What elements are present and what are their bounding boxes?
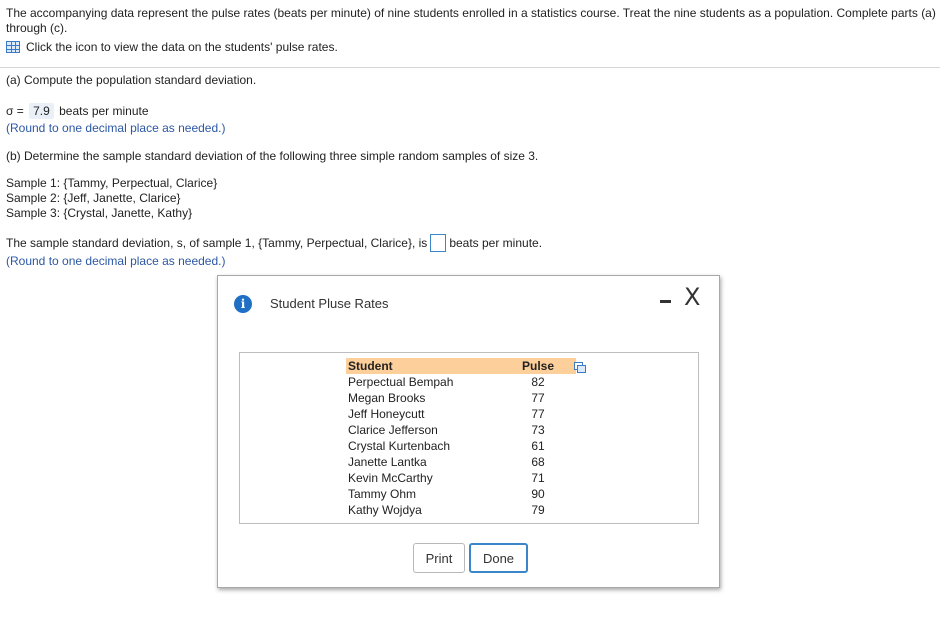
table-row: Clarice Jefferson 73 [346,422,576,438]
minimize-icon[interactable] [660,300,671,303]
pulse-value: 61 [531,439,545,453]
answer-input[interactable] [430,234,447,252]
pulse-value: 77 [531,391,545,405]
info-icon: i [234,295,252,313]
divider [0,67,940,68]
question-intro: The accompanying data represent the puls… [6,6,936,35]
student-name: Tammy Ohm [348,487,417,501]
question-prefix: The sample standard deviation, s, of sam… [6,236,428,250]
table-header-row: Student Pulse [346,358,576,374]
table-row: Kevin McCarthy 71 [346,470,576,486]
pulse-value: 71 [531,471,545,485]
sample-2: Sample 2: {Jeff, Janette, Clarice} [6,191,181,205]
student-name: Kathy Wojdya [348,503,422,517]
header-student: Student [346,358,498,374]
pulse-value: 82 [531,375,545,389]
data-link-text: Click the icon to view the data on the s… [26,40,338,54]
table-row: Jeff Honeycutt 77 [346,406,576,422]
pulse-value: 68 [531,455,545,469]
student-name: Kevin McCarthy [348,471,433,485]
sample-3: Sample 3: {Crystal, Janette, Kathy} [6,206,193,220]
student-name: Crystal Kurtenbach [348,439,451,453]
part-a-heading: (a) Compute the population standard devi… [6,73,257,87]
print-button[interactable]: Print [413,543,465,573]
table-row: Perpectual Bempah 82 [346,374,576,390]
part-b-hint: (Round to one decimal place as needed.) [6,254,226,268]
data-dialog: i Student Pluse Rates X Student Pulse Pe… [217,275,720,588]
sample-1: Sample 1: {Tammy, Perpectual, Clarice} [6,176,218,190]
question-suffix: beats per minute. [449,236,543,250]
header-pulse: Pulse [498,358,576,374]
table-row: Tammy Ohm 90 [346,486,576,502]
done-button[interactable]: Done [469,543,528,573]
part-a-hint: (Round to one decimal place as needed.) [6,121,226,135]
close-icon[interactable]: X [684,285,700,309]
sigma-unit: beats per minute [59,104,149,118]
table-row: Janette Lantka 68 [346,454,576,470]
copy-icon[interactable] [574,362,586,373]
dialog-title: Student Pluse Rates [270,296,389,311]
sigma-answer[interactable]: 7.9 [29,103,54,119]
pulse-value: 79 [531,503,545,517]
pulse-value: 73 [531,423,545,437]
sample-sd-question: The sample standard deviation, s, of sam… [6,234,542,252]
data-table-icon[interactable] [6,41,20,53]
student-name: Perpectual Bempah [348,375,454,389]
pulse-value: 77 [531,407,545,421]
student-name: Clarice Jefferson [348,423,438,437]
sigma-answer-line: σ = 7.9 beats per minute [6,103,149,119]
sigma-label: σ = [6,104,24,118]
table-row: Megan Brooks 77 [346,390,576,406]
part-b-heading: (b) Determine the sample standard deviat… [6,149,539,163]
student-name: Jeff Honeycutt [348,407,425,421]
pulse-table: Student Pulse Perpectual Bempah 82 Megan … [346,358,576,518]
pulse-value: 90 [531,487,545,501]
student-name: Janette Lantka [348,455,427,469]
data-link[interactable]: Click the icon to view the data on the s… [6,40,338,54]
table-row: Crystal Kurtenbach 61 [346,438,576,454]
table-row: Kathy Wojdya 79 [346,502,576,518]
student-name: Megan Brooks [348,391,426,405]
table-container: Student Pulse Perpectual Bempah 82 Megan … [239,352,699,524]
